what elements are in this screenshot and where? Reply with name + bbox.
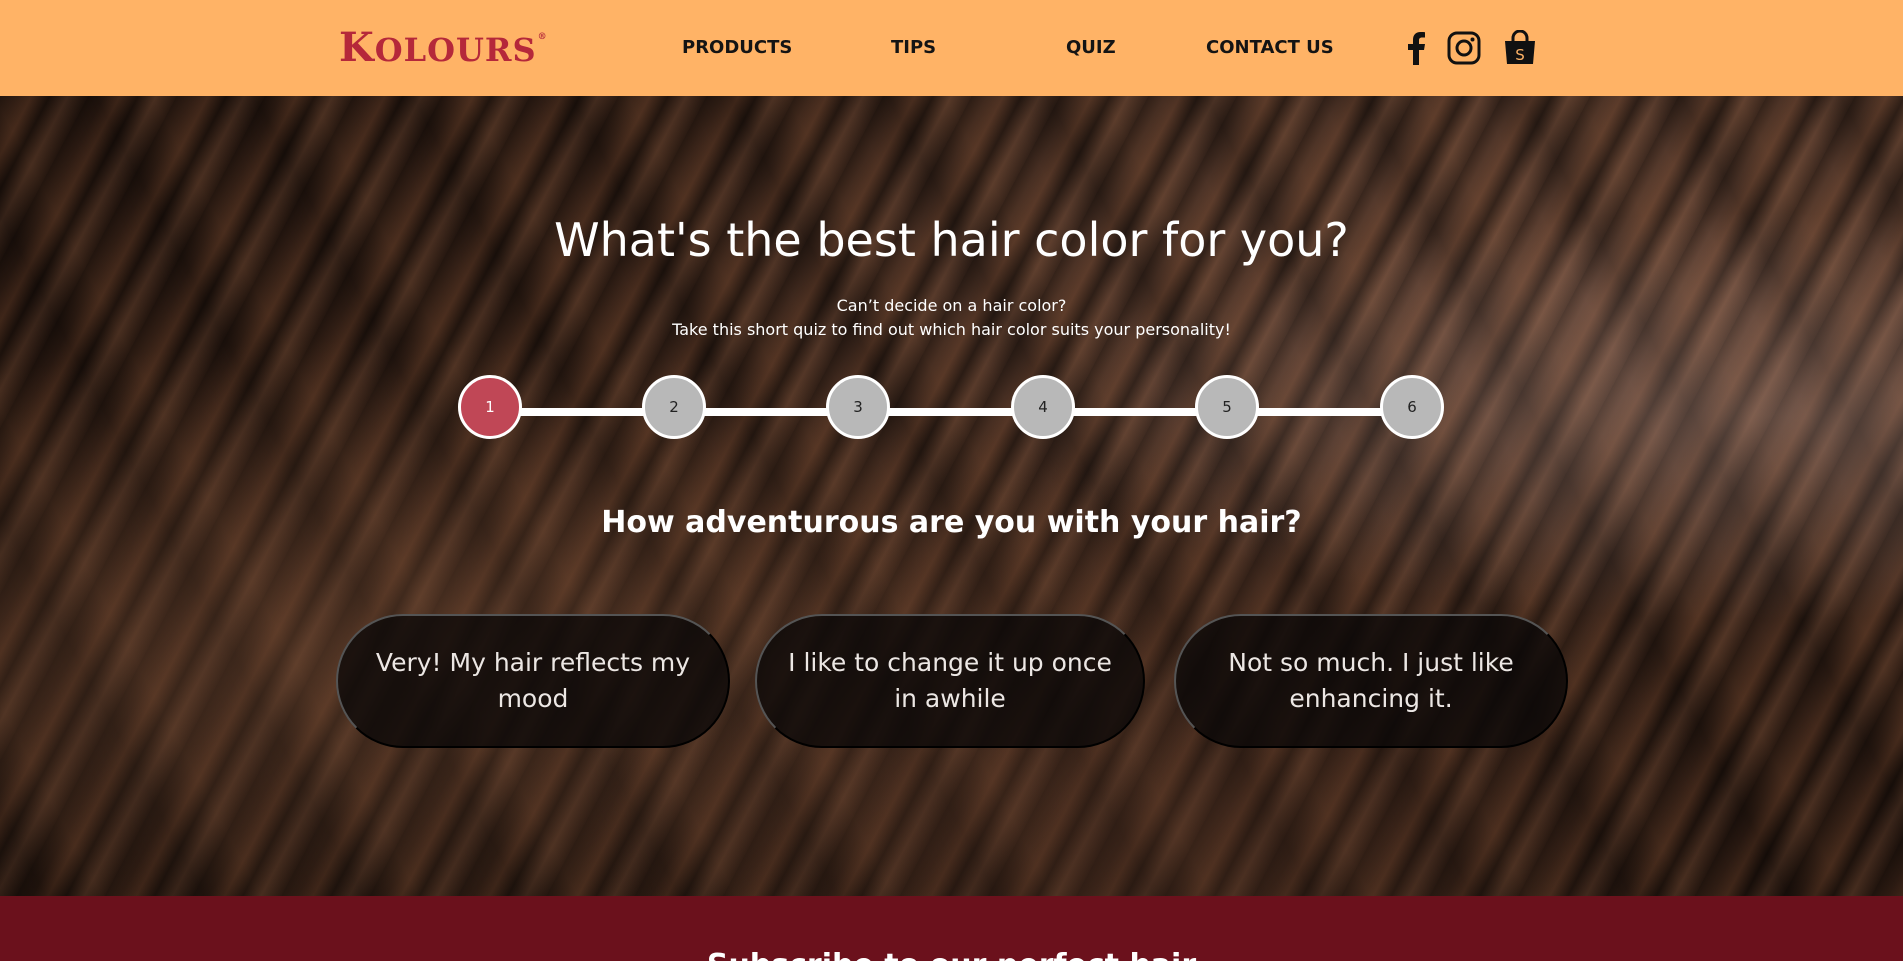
- step-2[interactable]: 2: [642, 375, 706, 439]
- subscribe-section: Subscribe to our perfect hair: [0, 896, 1903, 961]
- answer-option-very[interactable]: Very! My hair reflects my mood: [336, 614, 730, 748]
- brand-logo[interactable]: K OLOURS ®: [339, 26, 548, 70]
- step-4[interactable]: 4: [1011, 375, 1075, 439]
- page-title: What's the best hair color for you?: [554, 213, 1349, 267]
- site-header: K OLOURS ® PRODUCTS TIPS QUIZ CONTACT US…: [0, 0, 1903, 96]
- bag-glyph: S: [1515, 46, 1525, 64]
- nav-contact-us[interactable]: CONTACT US: [1206, 36, 1334, 60]
- step-1[interactable]: 1: [458, 375, 522, 439]
- logo-initial: K: [339, 24, 375, 71]
- quiz-subtitle-line-2: Take this short quiz to find out which h…: [672, 320, 1231, 339]
- answer-option-once-in-awhile[interactable]: I like to change it up once in awhile: [755, 614, 1145, 748]
- nav-quiz[interactable]: QUIZ: [1066, 36, 1116, 60]
- answer-option-not-so-much[interactable]: Not so much. I just like enhancing it.: [1174, 614, 1568, 748]
- registered-mark: ®: [537, 32, 548, 42]
- facebook-icon[interactable]: [1404, 28, 1428, 68]
- instagram-icon[interactable]: [1446, 28, 1482, 68]
- quiz-hero: What's the best hair color for you? Can’…: [0, 96, 1903, 896]
- shopping-bag-icon[interactable]: S: [1502, 28, 1538, 68]
- logo-text: OLOURS: [374, 31, 537, 69]
- subscribe-title: Subscribe to our perfect hair: [0, 948, 1903, 961]
- step-3[interactable]: 3: [826, 375, 890, 439]
- quiz-question: How adventurous are you with your hair?: [601, 505, 1302, 540]
- quiz-subtitle-line-1: Can’t decide on a hair color?: [836, 296, 1067, 315]
- nav-products[interactable]: PRODUCTS: [682, 36, 792, 60]
- step-5[interactable]: 5: [1195, 375, 1259, 439]
- step-6[interactable]: 6: [1380, 375, 1444, 439]
- nav-tips[interactable]: TIPS: [891, 36, 936, 60]
- progress-track: [490, 408, 1412, 416]
